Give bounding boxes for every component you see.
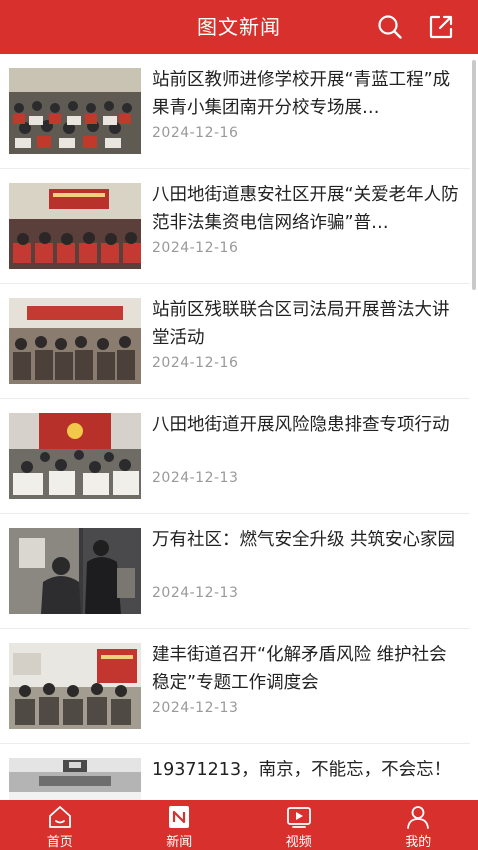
tab-video[interactable]: 视频 [239, 800, 359, 850]
news-date: 2024-12-16 [152, 240, 239, 256]
news-title: 八田地街道惠安社区开展“关爱老年人防范非法集资电信网络诈骗”普… [152, 185, 459, 233]
news-item[interactable]: 八田地街道开展风险隐患排查专项行动 2024-12-13 [0, 399, 470, 514]
news-list: 站前区教师进修学校开展“青蓝工程”成果青小集团南开分校专场展… 2024-12-… [0, 54, 478, 800]
tab-label: 视频 [285, 835, 312, 850]
news-thumbnail [9, 68, 141, 154]
news-item[interactable]: 建丰街道召开“化解矛盾风险 维护社会稳定”专题工作调度会 2024-12-13 [0, 629, 470, 744]
news-date: 2024-12-13 [152, 700, 239, 716]
tab-profile[interactable]: 我的 [359, 800, 478, 850]
tab-label: 新闻 [166, 835, 193, 850]
app-header: 图文新闻 [0, 0, 478, 54]
page-title: 图文新闻 [197, 15, 281, 39]
profile-icon [407, 806, 430, 829]
home-icon [48, 806, 71, 828]
news-thumbnail [9, 183, 141, 269]
news-item[interactable]: 站前区残联联合区司法局开展普法大讲堂活动 2024-12-16 [0, 284, 470, 399]
news-icon [169, 806, 190, 828]
news-item[interactable]: 万有社区：燃气安全升级 共筑安心家园 2024-12-13 [0, 514, 470, 629]
news-date: 2024-12-13 [152, 470, 239, 486]
tab-home[interactable]: 首页 [0, 800, 120, 850]
news-item[interactable]: 八田地街道惠安社区开展“关爱老年人防范非法集资电信网络诈骗”普… 2024-12… [0, 169, 470, 284]
search-icon[interactable] [377, 14, 403, 40]
tab-label: 我的 [405, 835, 432, 850]
list-scrollbar[interactable] [472, 60, 476, 290]
bottom-tab-bar: 首页 新闻 视频 我的 [0, 800, 478, 850]
news-item[interactable]: 站前区教师进修学校开展“青蓝工程”成果青小集团南开分校专场展… 2024-12-… [0, 54, 470, 169]
news-thumbnail [9, 413, 141, 499]
news-thumbnail [9, 298, 141, 384]
news-thumbnail [9, 528, 141, 614]
video-icon [286, 807, 311, 828]
news-thumbnail [9, 758, 141, 800]
news-thumbnail [9, 643, 141, 729]
news-date: 2024-12-16 [152, 125, 239, 141]
tab-news[interactable]: 新闻 [120, 800, 240, 850]
news-title: 19371213，南京，不能忘，不会忘！ [152, 760, 452, 780]
news-title: 建丰街道召开“化解矛盾风险 维护社会稳定”专题工作调度会 [152, 645, 447, 693]
share-icon[interactable] [428, 14, 454, 40]
news-title: 站前区教师进修学校开展“青蓝工程”成果青小集团南开分校专场展… [152, 70, 451, 118]
news-title: 万有社区：燃气安全升级 共筑安心家园 [152, 530, 456, 550]
news-item[interactable]: 19371213，南京，不能忘，不会忘！ [0, 744, 470, 800]
news-date: 2024-12-13 [152, 585, 239, 601]
news-date: 2024-12-16 [152, 355, 239, 371]
news-title: 站前区残联联合区司法局开展普法大讲堂活动 [152, 300, 450, 348]
tab-label: 首页 [46, 835, 73, 850]
news-title: 八田地街道开展风险隐患排查专项行动 [152, 415, 450, 435]
